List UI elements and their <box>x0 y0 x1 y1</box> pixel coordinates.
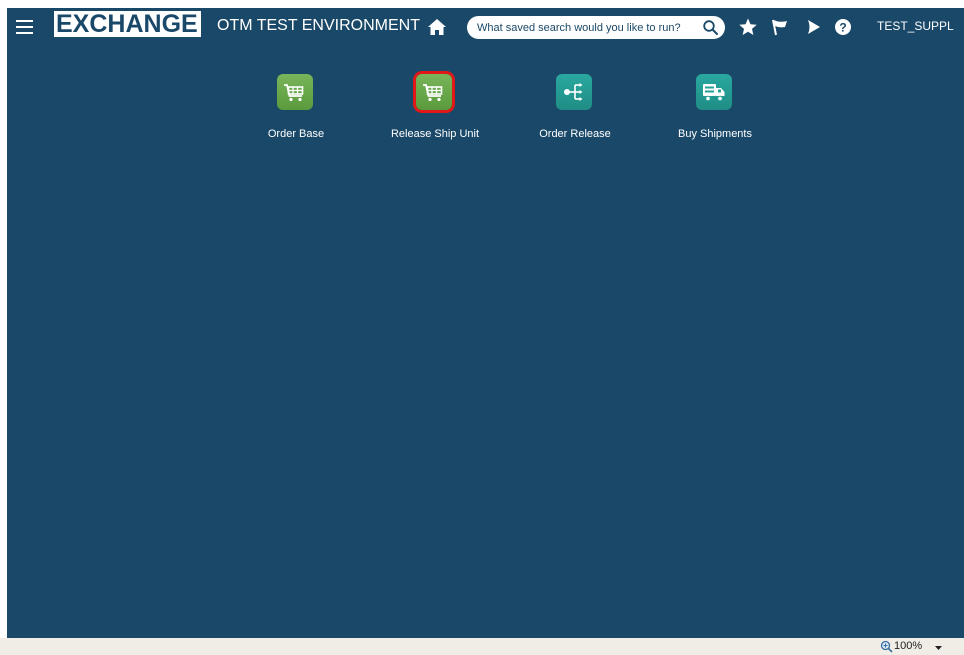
exchange-logo: EXCHANGE <box>54 11 201 37</box>
tile-label: Order Base <box>267 128 325 140</box>
tile-icon-box <box>277 74 313 110</box>
star-icon[interactable] <box>738 17 758 37</box>
notification-icon[interactable] <box>803 17 823 37</box>
shopping-cart-icon <box>284 84 304 102</box>
tile-order-base[interactable]: Order Base <box>241 74 351 146</box>
tile-label: Release Ship Unit <box>390 128 480 140</box>
app-window: EXCHANGE OTM TEST ENVIRONMENT ? TEST_ <box>7 8 964 638</box>
shopping-cart-icon <box>423 84 443 102</box>
home-icon[interactable] <box>427 17 447 37</box>
user-menu[interactable]: TEST_SUPPL <box>877 19 954 33</box>
tile-grid: Order Base Release Ship Unit Order Relea… <box>7 74 964 154</box>
tile-icon-box <box>696 74 732 110</box>
header-bar: EXCHANGE OTM TEST ENVIRONMENT ? TEST_ <box>7 8 964 46</box>
saved-search-box <box>467 16 725 39</box>
chevron-down-icon[interactable] <box>934 643 943 652</box>
flag-icon[interactable] <box>770 17 790 37</box>
menu-icon[interactable] <box>16 20 33 34</box>
truck-icon <box>703 84 725 102</box>
saved-search-input[interactable] <box>477 18 692 37</box>
tile-release-ship-unit[interactable]: Release Ship Unit <box>380 74 490 146</box>
zoom-icon <box>880 640 893 653</box>
tile-label: Buy Shipments <box>678 128 752 140</box>
tile-label: Order Release <box>539 128 611 140</box>
svg-text:?: ? <box>839 21 846 35</box>
search-icon[interactable] <box>702 19 719 36</box>
tile-icon-box <box>416 74 452 110</box>
zoom-level: 100% <box>894 640 923 652</box>
help-icon[interactable]: ? <box>833 17 853 37</box>
tile-icon-box <box>556 74 592 110</box>
split-arrows-icon <box>564 83 583 101</box>
tile-buy-shipments[interactable]: Buy Shipments <box>660 74 770 146</box>
environment-title: OTM TEST ENVIRONMENT <box>217 17 420 34</box>
tile-order-release[interactable]: Order Release <box>520 74 630 146</box>
status-bar: 100% <box>0 638 964 655</box>
